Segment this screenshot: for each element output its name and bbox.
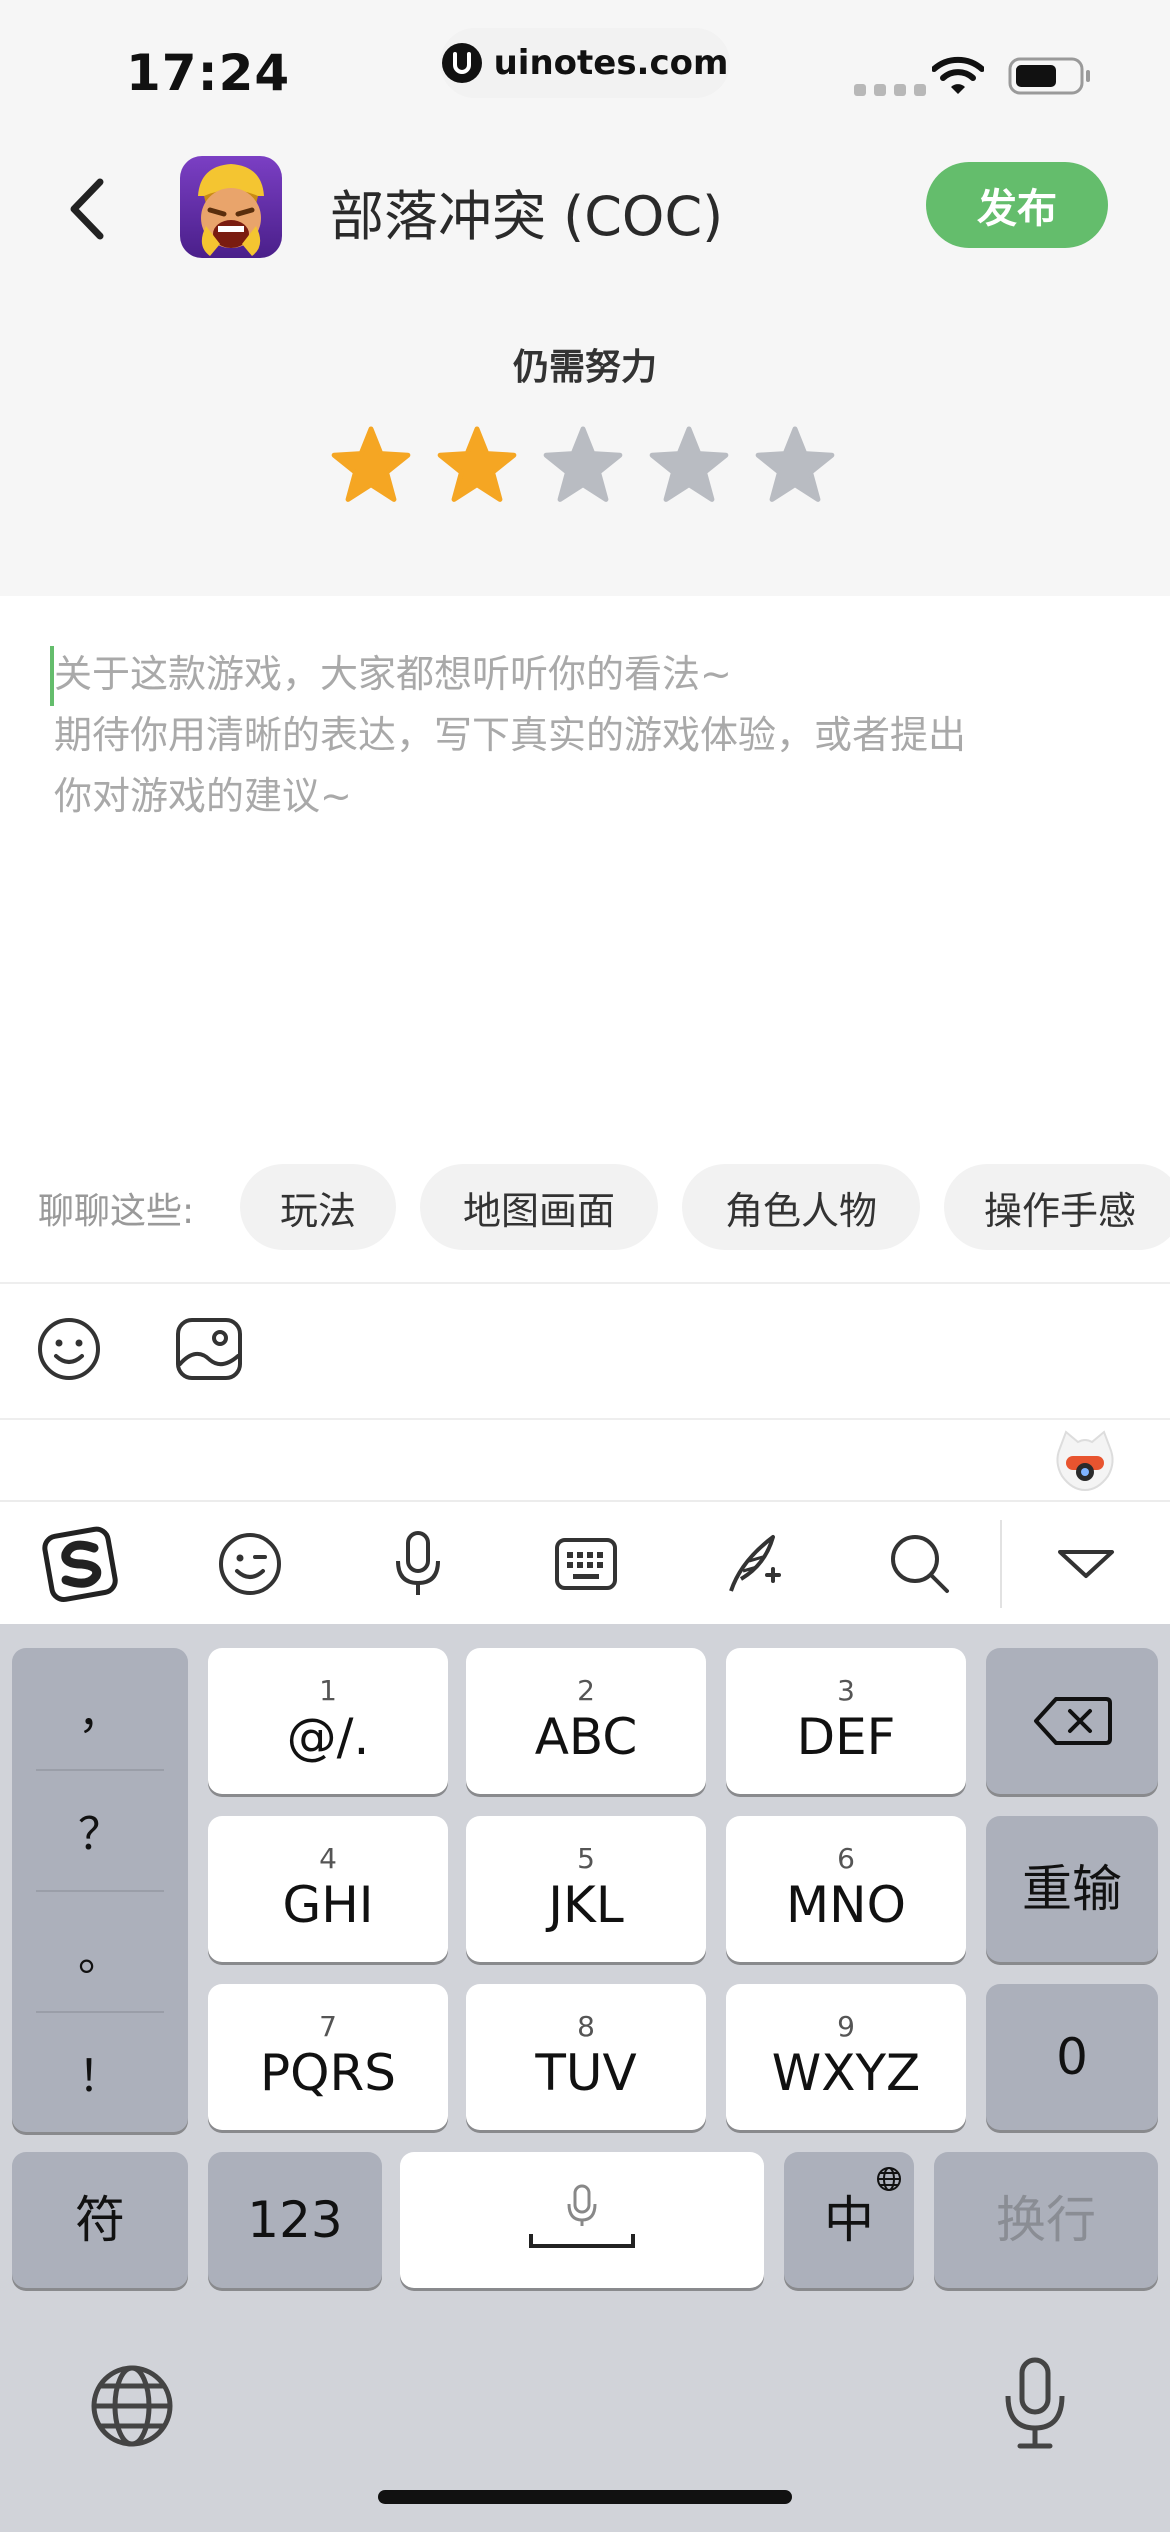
page-title: 部落冲突 (COC) bbox=[330, 185, 724, 248]
home-indicator bbox=[378, 2490, 792, 2504]
keyboard-toolbar bbox=[0, 1500, 1170, 1624]
search-icon[interactable] bbox=[880, 1524, 960, 1604]
punctuation-column[interactable]: ， ？ 。 ！ bbox=[12, 1648, 188, 2132]
mascot-icon[interactable] bbox=[1052, 1428, 1118, 1494]
wifi-icon bbox=[932, 56, 984, 94]
return-button[interactable]: 换行 bbox=[934, 2152, 1158, 2288]
keyboard: ， ？ 。 ！ 1 @/. 2 ABC 3 DEF 4 GHI 5 JKL 6 MNO 重输… bbox=[0, 1624, 1170, 2532]
key-9[interactable]: 9 WXYZ bbox=[726, 1984, 966, 2130]
symbol-button[interactable]: 符 bbox=[12, 2152, 188, 2288]
topic-chip-map-graphics[interactable]: 地图画面 bbox=[420, 1164, 658, 1250]
app-icon bbox=[180, 156, 282, 258]
star-filled-icon[interactable] bbox=[436, 424, 518, 506]
publish-button[interactable]: 发布 bbox=[926, 162, 1108, 248]
topic-chip-gameplay[interactable]: 玩法 bbox=[240, 1164, 396, 1250]
star-empty-icon[interactable] bbox=[754, 424, 836, 506]
key-0[interactable]: 0 bbox=[986, 1984, 1158, 2130]
header-area: 17:24 uinotes.com 部落冲突 (COC) 发布 仍需努力 bbox=[0, 0, 1170, 596]
backspace-button[interactable] bbox=[986, 1648, 1158, 1794]
dictation-microphone-icon[interactable] bbox=[1000, 2356, 1070, 2452]
status-time: 17:24 bbox=[126, 44, 291, 102]
battery-icon bbox=[1008, 57, 1090, 95]
numeric-button[interactable]: 123 bbox=[208, 2152, 382, 2288]
chinese-input-button[interactable]: 中 bbox=[784, 2152, 914, 2288]
star-empty-icon[interactable] bbox=[648, 424, 730, 506]
url-text: uinotes.com bbox=[493, 43, 729, 83]
toolbar-separator bbox=[1000, 1520, 1002, 1608]
site-logo-icon bbox=[441, 43, 482, 83]
microphone-icon[interactable] bbox=[378, 1524, 458, 1604]
key-6[interactable]: 6 MNO bbox=[726, 1816, 966, 1962]
star-empty-icon[interactable] bbox=[542, 424, 624, 506]
back-button[interactable] bbox=[60, 172, 120, 246]
star-filled-icon[interactable] bbox=[330, 424, 412, 506]
space-mic-icon bbox=[529, 2184, 635, 2248]
review-textarea[interactable]: 关于这款游戏，大家都想听听你的看法~ 期待你用清晰的表达，写下真实的游戏体验，或… bbox=[0, 596, 1170, 1136]
key-8[interactable]: 8 TUV bbox=[466, 1984, 706, 2130]
key-3[interactable]: 3 DEF bbox=[726, 1648, 966, 1794]
punct-key[interactable]: 。 bbox=[12, 1890, 188, 2011]
topic-suggestions: 聊聊这些: 玩法 地图画面 角色人物 操作手感 bbox=[0, 1160, 1170, 1250]
collapse-keyboard-icon[interactable] bbox=[1046, 1524, 1126, 1604]
backspace-icon bbox=[1034, 1697, 1112, 1745]
punct-key[interactable]: ？ bbox=[12, 1769, 188, 1890]
emoji-icon[interactable] bbox=[36, 1316, 102, 1382]
compose-toolbar bbox=[0, 1284, 1170, 1418]
url-pill: uinotes.com bbox=[440, 28, 730, 98]
key-7[interactable]: 7 PQRS bbox=[208, 1984, 448, 2130]
punct-key[interactable]: ， bbox=[12, 1648, 188, 1769]
key-4[interactable]: 4 GHI bbox=[208, 1816, 448, 1962]
status-bar: 17:24 uinotes.com bbox=[0, 0, 1170, 140]
placeholder-line: 关于这款游戏，大家都想听听你的看法~ bbox=[54, 652, 732, 696]
image-icon[interactable] bbox=[174, 1316, 244, 1382]
space-button[interactable] bbox=[400, 2152, 764, 2288]
placeholder-line: 你对游戏的建议~ bbox=[54, 774, 352, 818]
reenter-button[interactable]: 重输 bbox=[986, 1816, 1158, 1962]
star-rating[interactable] bbox=[330, 424, 836, 506]
quill-icon[interactable] bbox=[714, 1524, 794, 1604]
review-placeholder: 关于这款游戏，大家都想听听你的看法~ 期待你用清晰的表达，写下真实的游戏体验，或… bbox=[54, 644, 1134, 827]
divider bbox=[0, 1418, 1170, 1420]
sogou-logo-icon[interactable] bbox=[42, 1524, 122, 1604]
rating-label: 仍需努力 bbox=[512, 347, 657, 388]
punct-key[interactable]: ！ bbox=[12, 2011, 188, 2132]
key-1[interactable]: 1 @/. bbox=[208, 1648, 448, 1794]
topic-chip-controls[interactable]: 操作手感 bbox=[944, 1164, 1170, 1250]
placeholder-line: 期待你用清晰的表达，写下真实的游戏体验，或者提出 bbox=[54, 713, 967, 757]
globe-icon[interactable] bbox=[90, 2364, 174, 2448]
key-2[interactable]: 2 ABC bbox=[466, 1648, 706, 1794]
key-5[interactable]: 5 JKL bbox=[466, 1816, 706, 1962]
cellular-signal-icon bbox=[854, 84, 926, 96]
topics-label: 聊聊这些: bbox=[38, 1191, 195, 1232]
keyboard-icon[interactable] bbox=[546, 1524, 626, 1604]
topic-chip-characters[interactable]: 角色人物 bbox=[682, 1164, 920, 1250]
nav-bar: 部落冲突 (COC) 发布 bbox=[0, 150, 1170, 270]
emoji-icon[interactable] bbox=[210, 1524, 290, 1604]
globe-icon bbox=[877, 2167, 901, 2191]
